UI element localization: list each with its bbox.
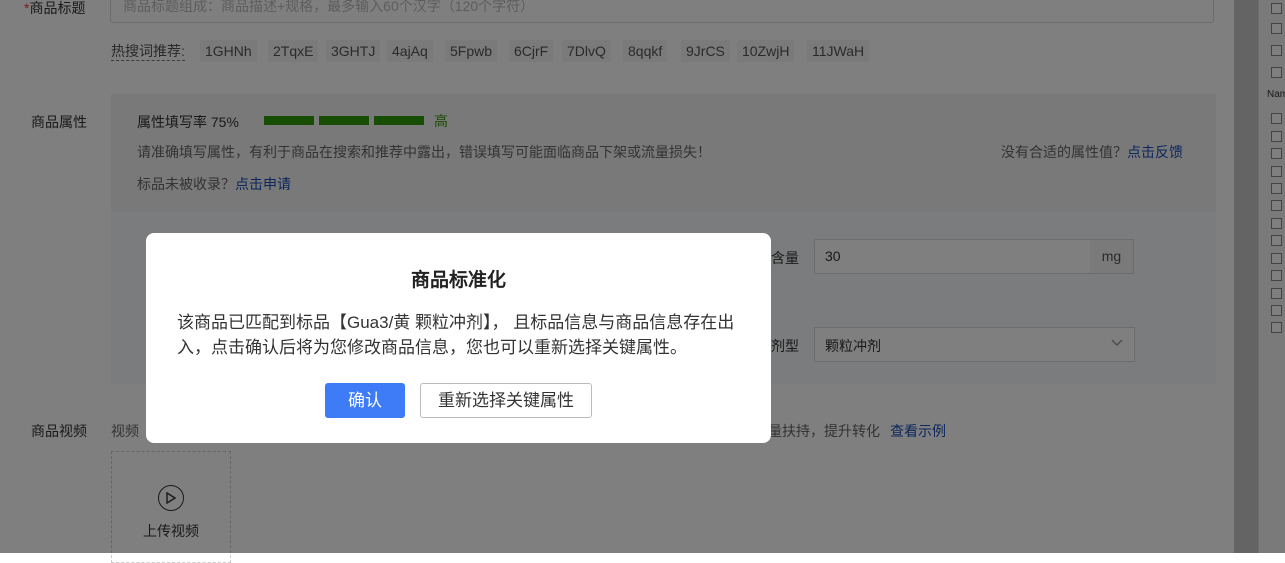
confirm-button[interactable]: 确认 <box>325 383 405 418</box>
standardize-dialog: 商品标准化 该商品已匹配到标品【Gua3/黄 颗粒冲剂】， 且标品信息与商品信息… <box>146 233 771 443</box>
reselect-attributes-button[interactable]: 重新选择关键属性 <box>420 383 592 418</box>
dialog-message: 该商品已匹配到标品【Gua3/黄 颗粒冲剂】， 且标品信息与商品信息存在出入，点… <box>177 313 735 357</box>
dialog-title: 商品标准化 <box>410 270 506 291</box>
